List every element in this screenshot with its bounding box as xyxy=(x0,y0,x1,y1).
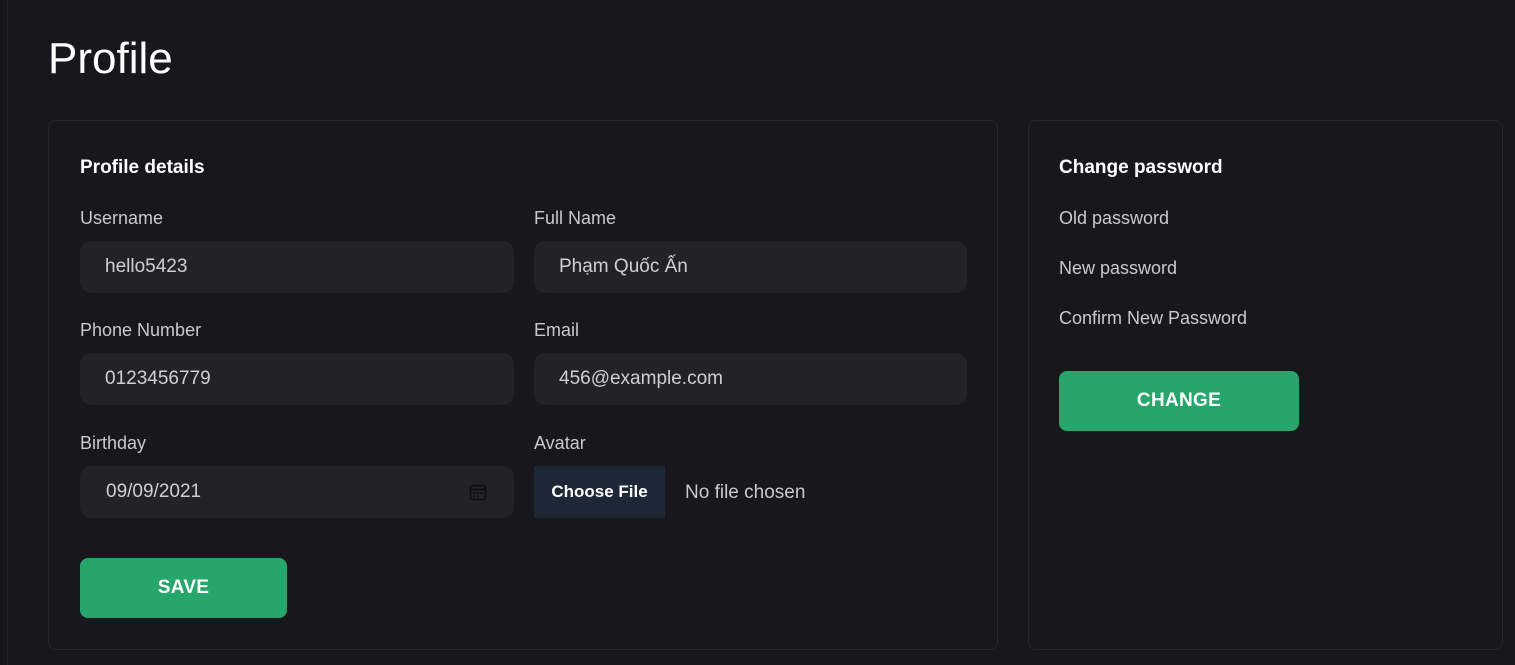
profile-details-title: Profile details xyxy=(80,157,205,178)
phone-number-input[interactable]: 0123456779 xyxy=(80,353,514,405)
choose-file-button[interactable]: Choose File xyxy=(534,466,665,518)
email-input[interactable]: 456@example.com xyxy=(534,353,967,405)
avatar-label: Avatar xyxy=(534,433,586,453)
save-button[interactable]: SAVE xyxy=(80,558,287,618)
new-password-label: New password xyxy=(1059,258,1178,278)
change-password-title: Change password xyxy=(1059,157,1223,178)
change-password-button[interactable]: CHANGE xyxy=(1059,371,1299,431)
change-password-card: Change password Old password New passwor… xyxy=(1028,120,1503,650)
full-name-label: Full Name xyxy=(534,208,617,228)
left-divider xyxy=(7,0,8,665)
birthday-value: 09/09/2021 xyxy=(106,481,202,502)
page-title: Profile xyxy=(48,34,173,83)
birthday-label: Birthday xyxy=(80,433,147,453)
username-input[interactable]: hello5423 xyxy=(80,241,514,293)
phone-number-label: Phone Number xyxy=(80,320,202,340)
file-status-text: No file chosen xyxy=(685,482,806,503)
full-name-input[interactable]: Phạm Quốc Ấn xyxy=(534,241,967,293)
profile-details-card: Profile details Username hello5423 Full … xyxy=(48,120,998,650)
username-label: Username xyxy=(80,208,164,228)
old-password-label: Old password xyxy=(1059,208,1170,228)
confirm-password-label: Confirm New Password xyxy=(1059,308,1248,328)
email-label: Email xyxy=(534,320,580,340)
birthday-input[interactable]: 09/09/2021 xyxy=(80,466,514,518)
calendar-icon[interactable] xyxy=(469,483,487,501)
profile-page: Profile Profile details Username hello54… xyxy=(0,0,1515,665)
